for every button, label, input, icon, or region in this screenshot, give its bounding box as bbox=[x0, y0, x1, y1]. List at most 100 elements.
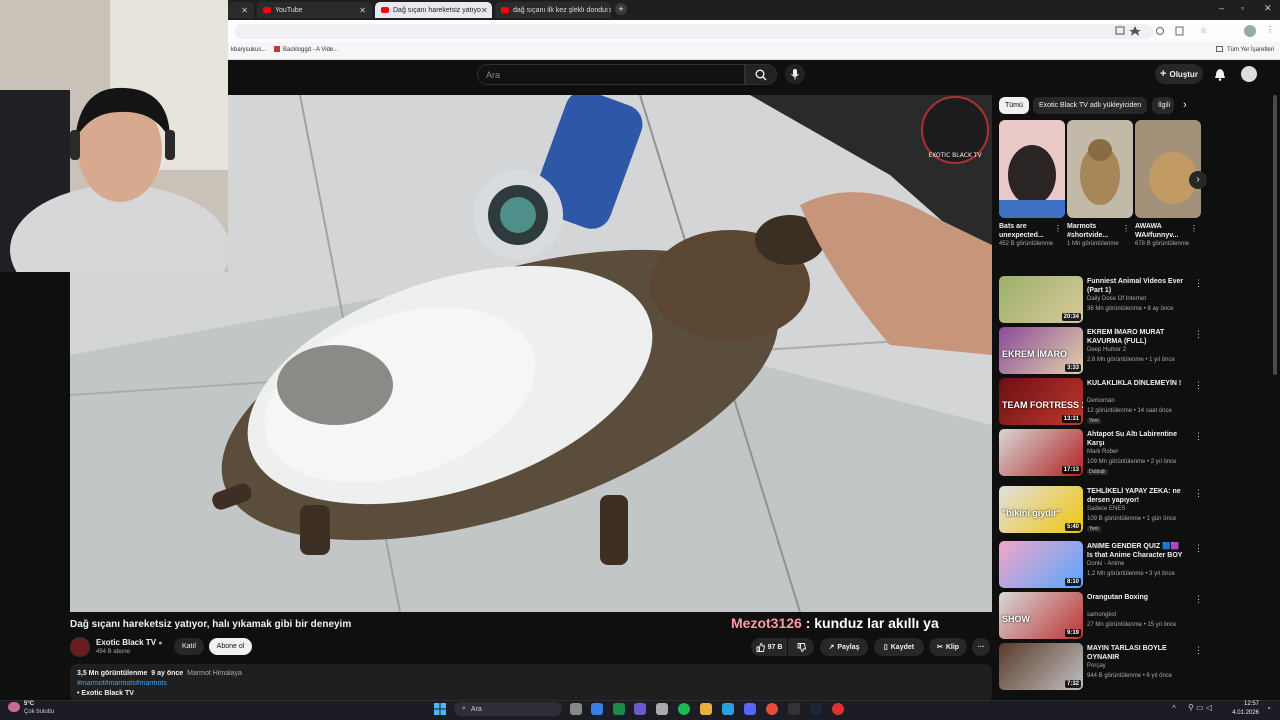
folder-icon[interactable] bbox=[700, 703, 712, 715]
save-button[interactable]: ▯ Kaydet bbox=[874, 638, 924, 656]
app-icon[interactable] bbox=[656, 703, 668, 715]
edge-icon[interactable] bbox=[591, 703, 603, 715]
like-button[interactable]: 97 B bbox=[751, 638, 787, 656]
excel-icon[interactable] bbox=[613, 703, 625, 715]
hashtags[interactable]: #marmot#marmots#marmots bbox=[77, 679, 985, 689]
clip-button[interactable]: ✂ Klip bbox=[929, 638, 967, 656]
bookmark-item[interactable]: kbarysukus... bbox=[231, 47, 266, 53]
store-icon[interactable] bbox=[722, 703, 734, 715]
chevron-right-icon[interactable]: › bbox=[1183, 99, 1187, 111]
more-vertical-icon[interactable]: ⋮ bbox=[1194, 594, 1203, 605]
more-vertical-icon[interactable]: ⋮ bbox=[1194, 329, 1203, 340]
channel-name[interactable]: Exotic Black TV ● bbox=[96, 638, 163, 647]
folder-icon bbox=[1216, 46, 1223, 52]
create-button[interactable]: + Oluştur bbox=[1155, 64, 1203, 84]
close-tab-icon[interactable]: ✕ bbox=[359, 6, 366, 15]
browser-menu-icon[interactable]: ⋮ bbox=[1266, 25, 1274, 34]
close-tab-icon[interactable]: ✕ bbox=[481, 6, 488, 15]
more-vertical-icon[interactable]: ⋮ bbox=[1054, 224, 1062, 233]
search-input[interactable]: Ara bbox=[477, 64, 745, 85]
chrome-icon[interactable] bbox=[766, 703, 778, 715]
close-tab-icon[interactable]: ✕ bbox=[608, 6, 611, 15]
subscribe-button[interactable]: Abone ol bbox=[209, 638, 252, 655]
notification-center-icon[interactable]: ◔ bbox=[1266, 704, 1271, 713]
recommended-title: MAYIN TARLASI BÖYLE OYNANIR bbox=[1087, 645, 1167, 661]
short-item[interactable]: Bats are unexpected... 452 B görüntülenm… bbox=[999, 120, 1065, 248]
recommended-video[interactable]: EKREM İMARO 3:33 EKREM İMARO MURAT KAVURMA… bbox=[999, 327, 1209, 375]
tray-icons[interactable]: ⚲ ▭ ◁ bbox=[1188, 703, 1212, 712]
taskbar-search[interactable]: ⌕ Ara bbox=[454, 702, 562, 716]
all-bookmarks[interactable]: Tüm Yer İşaretleri bbox=[1227, 47, 1274, 53]
more-vertical-icon[interactable]: ⋮ bbox=[1194, 488, 1203, 499]
account-avatar[interactable] bbox=[1241, 66, 1257, 82]
channel-avatar[interactable] bbox=[70, 637, 90, 657]
minimize-icon[interactable]: – bbox=[1219, 3, 1224, 13]
windows-start-icon[interactable] bbox=[434, 703, 446, 715]
recommended-video[interactable]: "bikini giydir" 5:40 TEHLİKELİ YAPAY ZEKA:… bbox=[999, 486, 1209, 534]
recommended-channel[interactable]: Deep Humor 2 bbox=[1087, 347, 1126, 353]
weather-temp[interactable]: 5°C bbox=[24, 701, 34, 707]
video-location[interactable]: Marmot Himalaya bbox=[187, 670, 242, 677]
task-view-icon[interactable] bbox=[570, 703, 582, 715]
omnibox[interactable] bbox=[235, 24, 1153, 39]
more-vertical-icon[interactable]: ⋮ bbox=[1190, 224, 1198, 233]
shorts-next-button[interactable]: › bbox=[1189, 171, 1207, 189]
notifications-bell-icon[interactable] bbox=[1214, 68, 1226, 81]
chip-from-uploader[interactable]: Exotic Black TV adlı yükleyiciden bbox=[1033, 97, 1148, 114]
more-vertical-icon[interactable]: ⋮ bbox=[1194, 543, 1203, 554]
tray-chevron-icon[interactable]: ^ bbox=[1172, 704, 1176, 713]
teams-icon[interactable] bbox=[634, 703, 646, 715]
profile-avatar[interactable] bbox=[1244, 25, 1256, 37]
streamer-webcam bbox=[0, 0, 228, 272]
join-button[interactable]: Katıl bbox=[174, 638, 204, 655]
recommended-video[interactable]: 20:34 Funniest Animal Videos Ever (Part 1… bbox=[999, 276, 1209, 324]
recommended-channel[interactable]: samongkol bbox=[1087, 612, 1116, 618]
more-vertical-icon[interactable]: ⋮ bbox=[1194, 278, 1203, 289]
recommended-channel[interactable]: Mark Rober bbox=[1087, 449, 1118, 455]
discord-icon[interactable] bbox=[744, 703, 756, 715]
recommended-title: Ahtapot Su Altı Labirentine Karşı bbox=[1087, 431, 1177, 447]
recommended-channel[interactable]: Donki - Anime bbox=[1087, 561, 1124, 567]
recommended-video[interactable]: 8:10 ANIME GENDER QUIZ 🟦🟪 Is that Anime C… bbox=[999, 541, 1209, 589]
recommended-video[interactable]: TEAM FORTRESS 2 13:31 KULAKLIKLA DİNLEMEYİ… bbox=[999, 378, 1209, 426]
more-vertical-icon[interactable]: ⋮ bbox=[1194, 431, 1203, 442]
recommended-channel[interactable]: Porçay bbox=[1087, 663, 1106, 669]
page-scrollbar[interactable] bbox=[1273, 95, 1277, 375]
recommended-channel[interactable]: Sadece ENES bbox=[1087, 506, 1125, 512]
spotify-icon[interactable] bbox=[678, 703, 690, 715]
window-close-icon[interactable]: ✕ bbox=[1264, 3, 1272, 14]
browser-tab-youtube[interactable]: YouTube ✕ bbox=[257, 2, 372, 18]
star-icon[interactable]: ☆ bbox=[1200, 26, 1207, 35]
obs-icon[interactable] bbox=[788, 703, 800, 715]
chip-all[interactable]: Tümü bbox=[999, 97, 1029, 114]
video-description[interactable]: 3,5 Mn görüntülenme 9 ay önce Marmot Him… bbox=[70, 664, 992, 702]
more-vertical-icon[interactable]: ⋮ bbox=[1122, 224, 1130, 233]
more-vertical-icon[interactable]: ⋮ bbox=[1194, 380, 1203, 391]
browser-tab-active[interactable]: Dağ sıçanı hareketsiz yatıyo ✕ bbox=[375, 2, 492, 18]
recommended-video[interactable]: 7:32 MAYIN TARLASI BÖYLE OYNANIR Porçay 944… bbox=[999, 643, 1209, 691]
more-vertical-icon[interactable]: ⋮ bbox=[1194, 645, 1203, 656]
share-button[interactable]: ↗ Paylaş bbox=[820, 638, 868, 656]
new-tab-button[interactable]: + bbox=[615, 3, 627, 15]
recommended-video[interactable]: SHOW 9:19 Orangutan Boxing samongkol 27 Mn g… bbox=[999, 592, 1209, 640]
recommended-channel[interactable]: Demoman bbox=[1087, 398, 1115, 404]
voice-search-button[interactable] bbox=[785, 64, 805, 84]
recommended-video[interactable]: 17:13 Ahtapot Su Altı Labirentine Karşı Ma… bbox=[999, 429, 1209, 477]
more-actions-button[interactable]: ··· bbox=[972, 638, 990, 656]
recommended-channel[interactable]: Daily Dose Of Internet bbox=[1087, 296, 1146, 302]
short-item[interactable]: Marmots #shortvide... 1 Mn görüntülenme … bbox=[1067, 120, 1133, 248]
chip-related[interactable]: İlgili bbox=[1152, 97, 1174, 114]
browser-toolbar-icons[interactable] bbox=[1114, 26, 1184, 36]
bookmark-item[interactable]: Backloggd - A Vide... bbox=[283, 47, 338, 53]
video-duration: 7:32 bbox=[1064, 680, 1081, 688]
maximize-icon[interactable]: ▫ bbox=[1241, 3, 1244, 13]
more-horizontal-icon: ··· bbox=[977, 643, 985, 651]
search-button[interactable] bbox=[745, 64, 777, 85]
clock-time[interactable]: 12:57 bbox=[1235, 701, 1259, 707]
app-red-icon[interactable] bbox=[832, 703, 844, 715]
steam-icon[interactable] bbox=[810, 703, 822, 715]
browser-tab-partial[interactable]: ✕ bbox=[228, 2, 254, 18]
dislike-button[interactable] bbox=[788, 638, 814, 656]
video-title: Dağ sıçanı hareketsiz yatıyor, halı yıka… bbox=[70, 619, 352, 630]
browser-tab-third[interactable]: dağ sıçanı ilk kez şleklı donduı ✕ bbox=[495, 2, 611, 18]
